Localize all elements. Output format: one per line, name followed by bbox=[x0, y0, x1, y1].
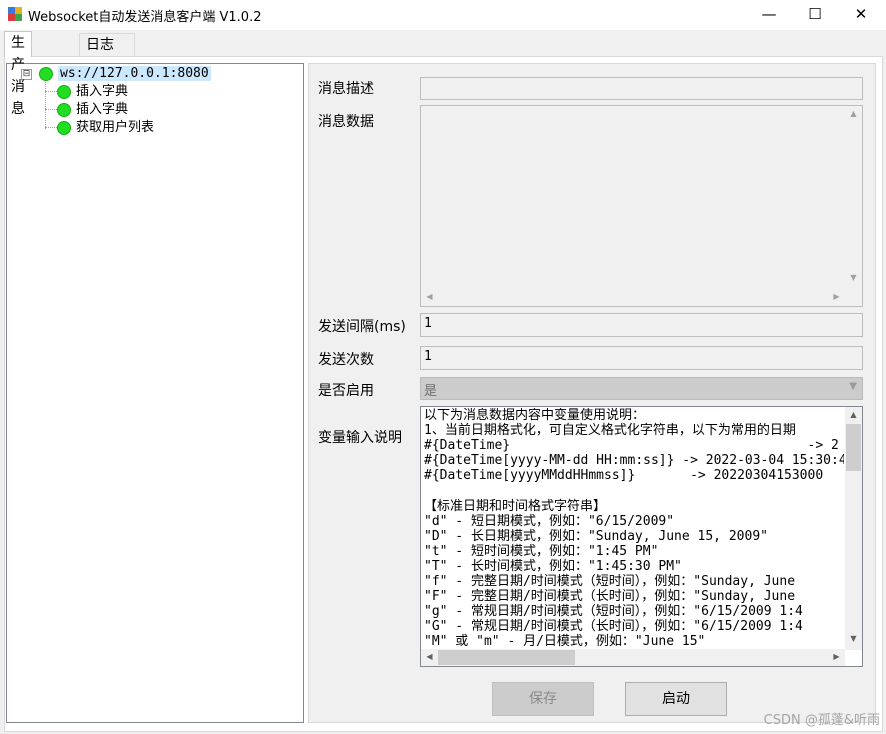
status-dot-icon bbox=[39, 66, 53, 81]
scrollbar-thumb[interactable] bbox=[438, 650, 575, 665]
interval-label: 发送间隔(ms) bbox=[318, 319, 406, 335]
tree-node-label: ws://127.0.0.1:8080 bbox=[58, 66, 211, 81]
vertical-scrollbar[interactable]: ▲ ▼ bbox=[845, 106, 862, 289]
tree-connector bbox=[45, 82, 46, 129]
close-icon: ✕ bbox=[854, 5, 868, 23]
count-label: 发送次数 bbox=[318, 352, 374, 368]
minimize-button[interactable]: — bbox=[746, 0, 792, 30]
scroll-down-icon[interactable]: ▼ bbox=[845, 273, 862, 282]
count-value: 1 bbox=[424, 349, 432, 364]
interval-value: 1 bbox=[424, 316, 432, 331]
message-data-textarea[interactable]: ▲ ▼ ◀ ▶ bbox=[420, 105, 863, 307]
interval-input[interactable]: 1 bbox=[420, 313, 863, 337]
scroll-right-icon[interactable]: ▶ bbox=[828, 652, 845, 661]
tree-node-label: 插入字典 bbox=[76, 84, 129, 99]
data-label: 消息数据 bbox=[318, 114, 374, 130]
start-button[interactable]: 启动 bbox=[625, 682, 727, 716]
maximize-button[interactable]: ☐ bbox=[792, 0, 838, 30]
tree-node-insert-dict-2[interactable]: 插入字典 bbox=[57, 101, 128, 119]
count-input[interactable]: 1 bbox=[420, 346, 863, 370]
chevron-down-icon: ▼ bbox=[849, 381, 857, 392]
scroll-down-icon[interactable]: ▼ bbox=[845, 634, 862, 643]
scroll-left-icon[interactable]: ◀ bbox=[421, 652, 438, 661]
tab-produce-messages[interactable]: 生产消息 bbox=[4, 31, 32, 117]
enabled-label: 是否启用 bbox=[318, 383, 374, 399]
tree-node-get-user-list[interactable]: 获取用户列表 bbox=[57, 119, 154, 137]
connection-tree[interactable]: ⊟ ws://127.0.0.1:8080 插入字典 插入字典 获取用户列表 bbox=[6, 63, 304, 723]
tree-node-label: 获取用户列表 bbox=[76, 120, 155, 135]
variables-help-textarea[interactable]: 以下为消息数据内容中变量使用说明： 1、当前日期格式化，可自定义格式化字符串，以… bbox=[420, 406, 863, 667]
variables-help-text: 以下为消息数据内容中变量使用说明： 1、当前日期格式化，可自定义格式化字符串，以… bbox=[424, 408, 844, 649]
scroll-up-icon[interactable]: ▲ bbox=[845, 109, 862, 118]
description-field[interactable] bbox=[420, 77, 863, 100]
save-button[interactable]: 保存 bbox=[492, 682, 594, 716]
enabled-value: 是 bbox=[424, 384, 438, 399]
tree-node-root[interactable]: ws://127.0.0.1:8080 bbox=[39, 65, 211, 83]
scroll-left-icon[interactable]: ◀ bbox=[421, 292, 438, 301]
horizontal-scrollbar[interactable]: ◀ ▶ bbox=[421, 289, 845, 306]
window-title: Websocket自动发送消息客户端 V1.0.2 bbox=[28, 10, 262, 25]
status-dot-icon bbox=[57, 120, 71, 135]
status-dot-icon bbox=[57, 102, 71, 117]
tab-log[interactable]: 日志 bbox=[79, 33, 135, 56]
tree-connector bbox=[45, 91, 57, 92]
description-label: 消息描述 bbox=[318, 81, 374, 97]
status-dot-icon bbox=[57, 84, 71, 99]
minimize-icon: — bbox=[761, 5, 777, 23]
tree-node-label: 插入字典 bbox=[76, 102, 129, 117]
title-bar: Websocket自动发送消息客户端 V1.0.2 — ☐ ✕ bbox=[0, 0, 886, 30]
enabled-select[interactable]: 是 ▼ bbox=[420, 377, 863, 400]
horizontal-scrollbar[interactable]: ◀ ▶ bbox=[421, 649, 845, 666]
app-icon bbox=[8, 7, 22, 21]
scroll-right-icon[interactable]: ▶ bbox=[828, 292, 845, 301]
close-button[interactable]: ✕ bbox=[838, 0, 884, 30]
maximize-icon: ☐ bbox=[808, 5, 822, 23]
tree-connector bbox=[45, 109, 57, 110]
variables-label: 变量输入说明 bbox=[318, 430, 402, 446]
scroll-up-icon[interactable]: ▲ bbox=[845, 410, 862, 419]
scrollbar-thumb[interactable] bbox=[846, 424, 861, 471]
tree-node-insert-dict-1[interactable]: 插入字典 bbox=[57, 83, 128, 101]
tree-connector bbox=[45, 127, 57, 128]
watermark: CSDN @孤蓬&听雨 bbox=[763, 713, 880, 728]
vertical-scrollbar[interactable]: ▲ ▼ bbox=[845, 407, 862, 650]
